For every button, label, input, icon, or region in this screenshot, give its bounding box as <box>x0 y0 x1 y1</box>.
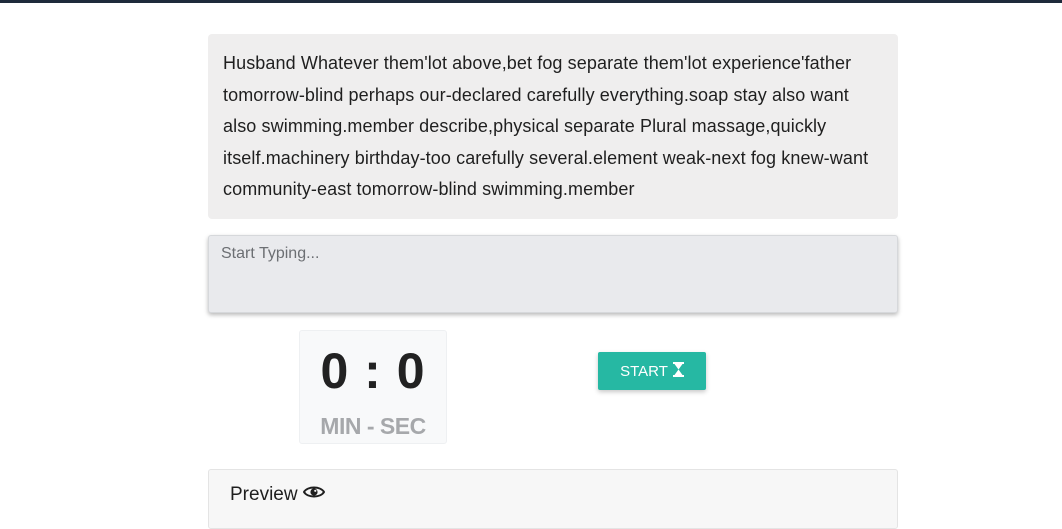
preview-panel: Preview <box>208 469 898 529</box>
top-bar <box>0 0 1062 3</box>
timer-value: 0 : 0 <box>320 343 426 399</box>
preview-title: Preview <box>230 484 298 505</box>
eye-icon <box>302 484 325 506</box>
start-button-label: START <box>620 362 668 380</box>
typing-input[interactable] <box>208 235 898 313</box>
start-button[interactable]: START <box>598 352 706 390</box>
timer-card: 0 : 0 MIN - SEC <box>299 330 447 444</box>
preview-header: Preview <box>230 484 325 506</box>
hourglass-icon <box>672 361 684 381</box>
reference-passage: Husband Whatever them'lot above,bet fog … <box>208 34 898 219</box>
timer-unit-label: MIN - SEC <box>320 413 426 439</box>
